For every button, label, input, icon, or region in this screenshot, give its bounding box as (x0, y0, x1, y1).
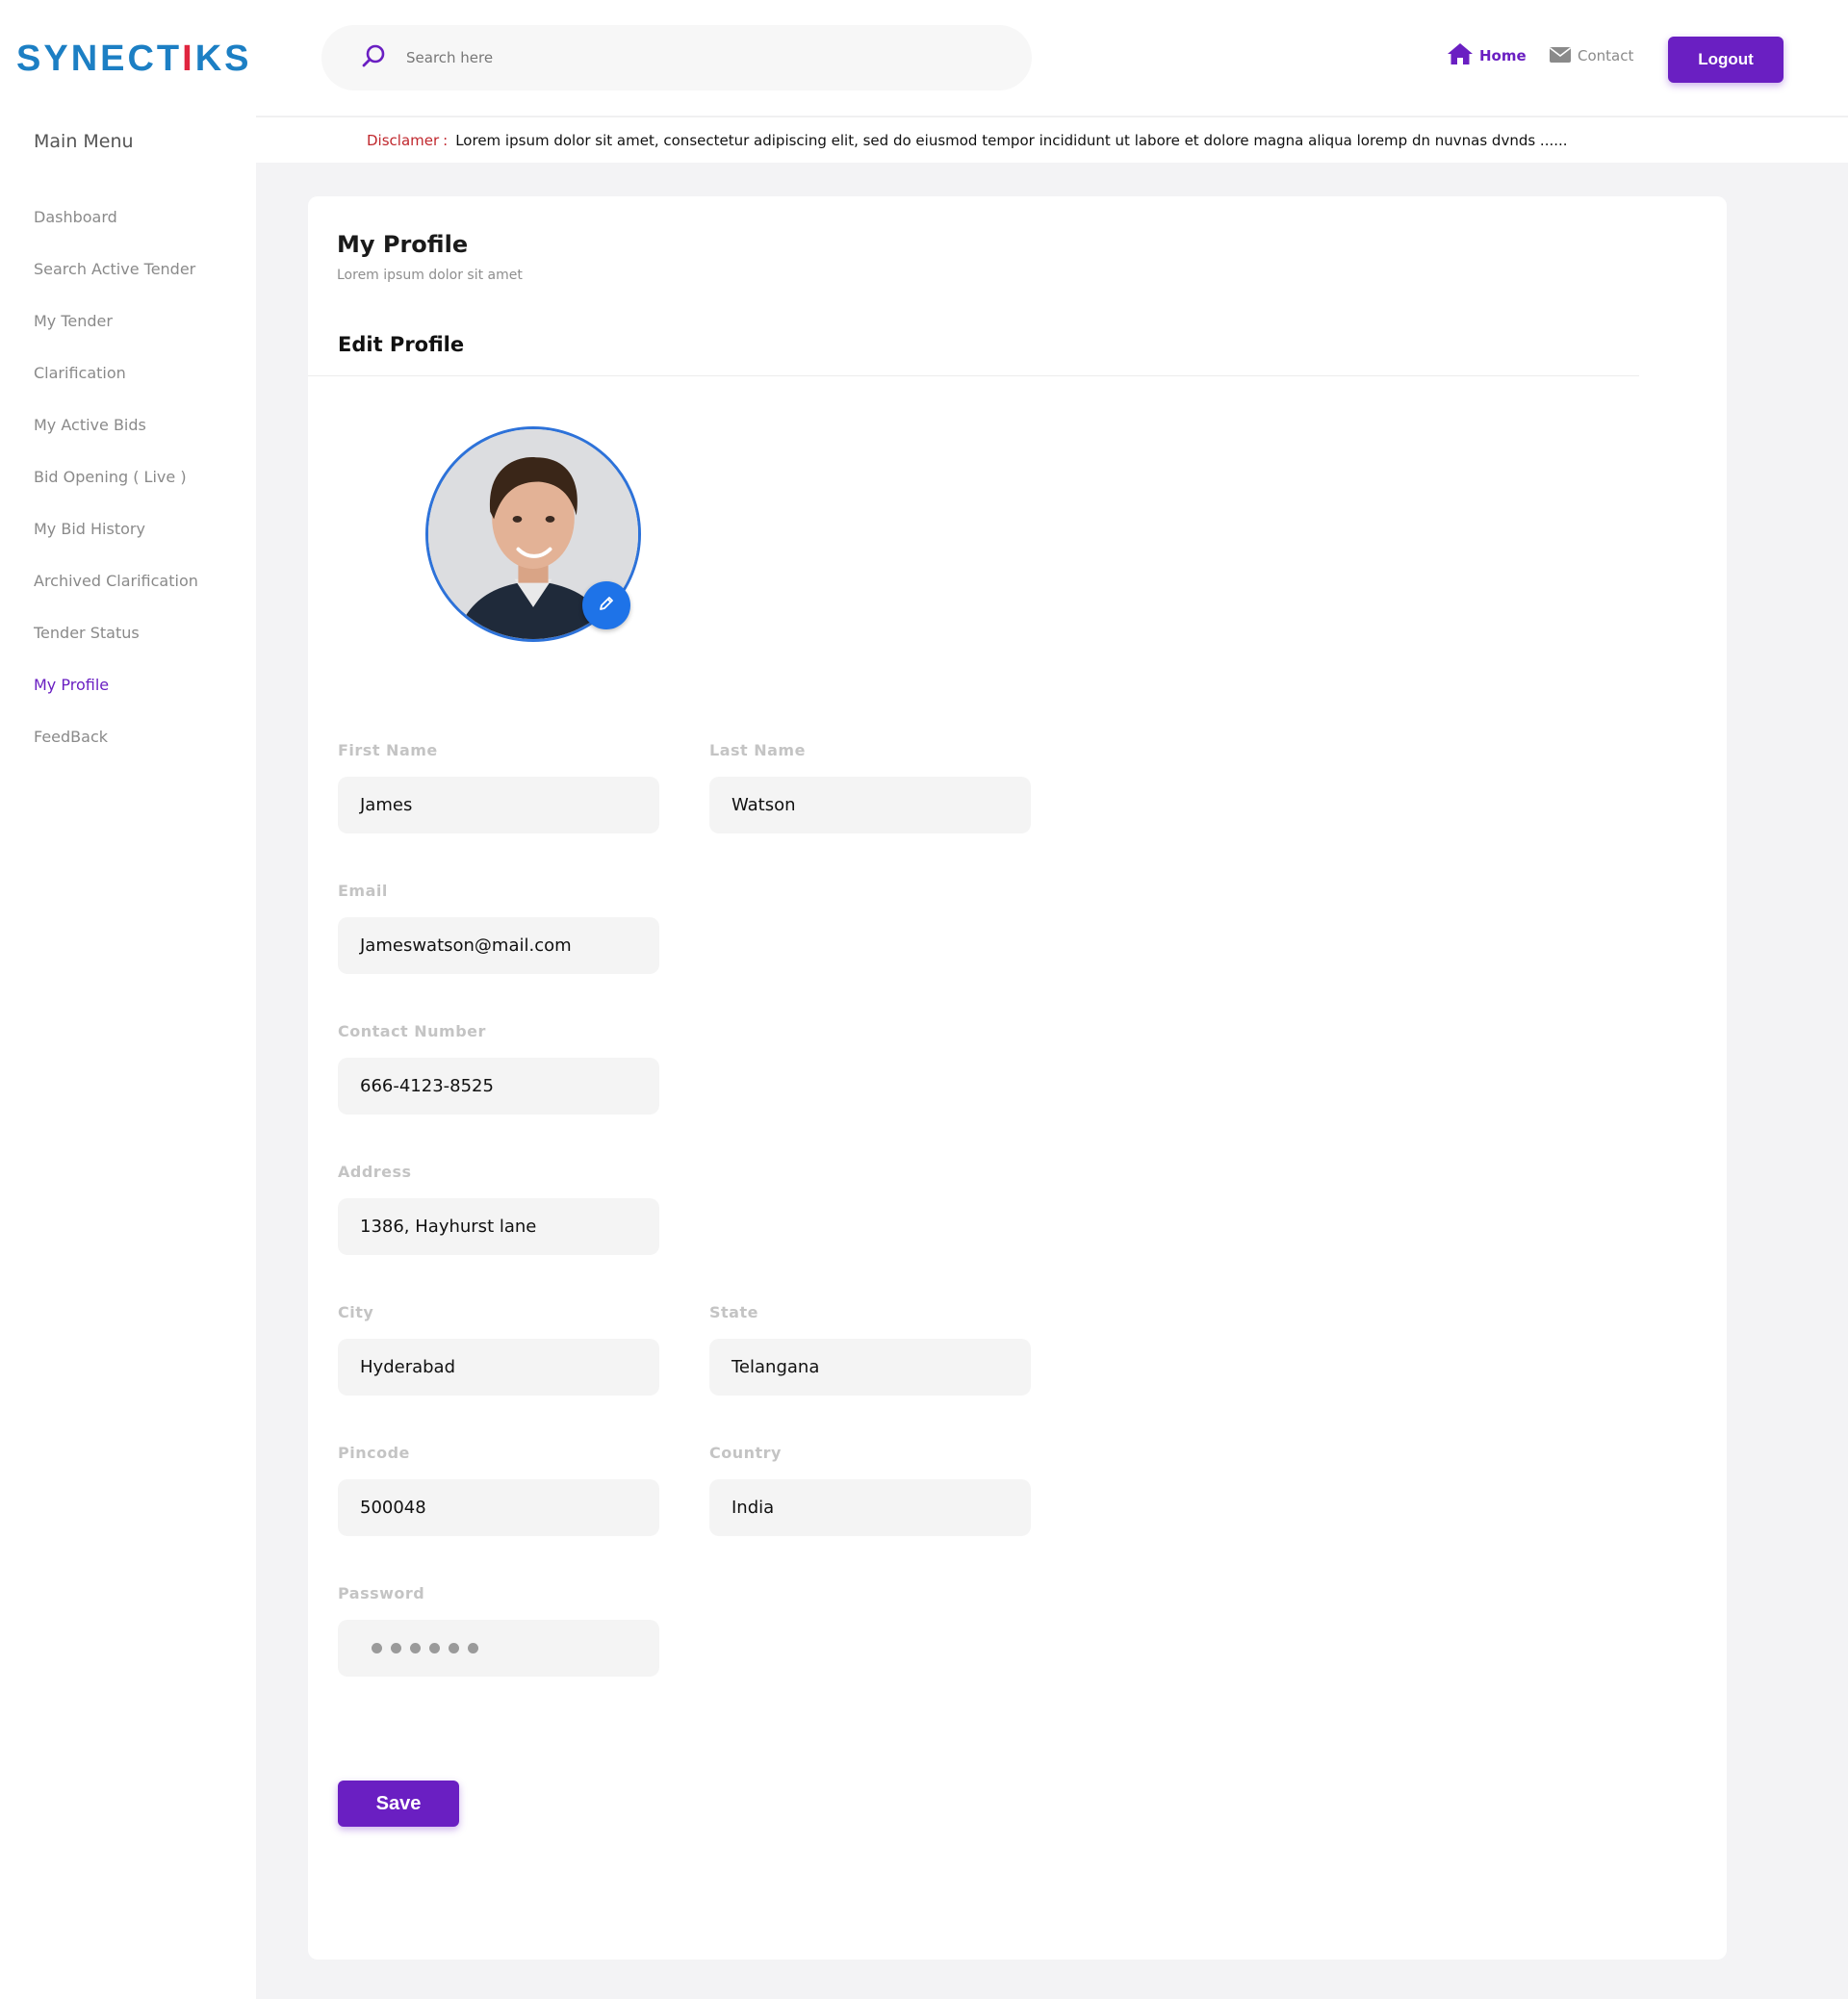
city-input[interactable]: Hyderabad (338, 1339, 659, 1396)
brand-logo[interactable]: SYNECTIKS (16, 38, 252, 80)
password-mask (360, 1643, 478, 1653)
city-label: City (338, 1303, 374, 1321)
state-input[interactable]: Telangana (709, 1339, 1031, 1396)
search-bar[interactable] (321, 25, 1032, 90)
password-dot (449, 1643, 459, 1653)
edit-avatar-button[interactable] (582, 581, 630, 629)
first-name-label: First Name (338, 741, 438, 759)
pincode-label: Pincode (338, 1444, 410, 1462)
password-input[interactable] (338, 1620, 659, 1677)
first-name-input[interactable]: James (338, 777, 659, 833)
pincode-field-group: Pincode 500048 (338, 1444, 659, 1536)
country-field-group: Country India (709, 1444, 1031, 1536)
page-title: My Profile (337, 231, 469, 258)
password-dot (372, 1643, 382, 1653)
state-label: State (709, 1303, 758, 1321)
sidebar-item-feedback[interactable]: FeedBack (34, 710, 198, 762)
home-icon (1447, 42, 1479, 69)
address-field-group: Address 1386, Hayhurst lane (338, 1163, 659, 1255)
section-divider (308, 375, 1639, 376)
logout-button[interactable]: Logout (1668, 37, 1784, 83)
password-dot (410, 1643, 421, 1653)
main-menu: Dashboard Search Active Tender My Tender… (34, 191, 198, 762)
email-input[interactable]: Jameswatson@mail.com (338, 917, 659, 974)
home-label: Home (1479, 47, 1527, 64)
profile-card: My Profile Lorem ipsum dolor sit amet Ed… (308, 196, 1727, 1960)
address-label: Address (338, 1163, 412, 1181)
password-dot (468, 1643, 478, 1653)
sidebar-item-tender-status[interactable]: Tender Status (34, 606, 198, 658)
disclaimer-bar: Disclamer : Lorem ipsum dolor sit amet, … (256, 116, 1848, 163)
contact-label: Contact (1578, 47, 1634, 64)
contact-number-field-group: Contact Number 666-4123-8525 (338, 1022, 659, 1115)
sidebar-item-dashboard[interactable]: Dashboard (34, 191, 198, 243)
email-field-group: Email Jameswatson@mail.com (338, 882, 659, 974)
password-dot (391, 1643, 401, 1653)
sidebar: SYNECTIKS Main Menu Dashboard Search Act… (0, 0, 256, 1999)
password-label: Password (338, 1584, 425, 1602)
sidebar-item-clarification[interactable]: Clarification (34, 346, 198, 398)
nav-home-link[interactable]: Home (1447, 42, 1527, 69)
country-input[interactable]: India (709, 1479, 1031, 1536)
search-input[interactable] (406, 49, 984, 66)
pencil-icon (598, 595, 615, 616)
country-label: Country (709, 1444, 782, 1462)
sidebar-item-my-active-bids[interactable]: My Active Bids (34, 398, 198, 450)
first-name-field-group: First Name James (338, 741, 659, 833)
sidebar-item-my-bid-history[interactable]: My Bid History (34, 502, 198, 554)
sidebar-item-my-tender[interactable]: My Tender (34, 295, 198, 346)
email-label: Email (338, 882, 388, 900)
last-name-field-group: Last Name Watson (709, 741, 1031, 833)
page-subtitle: Lorem ipsum dolor sit amet (337, 268, 523, 283)
address-input[interactable]: 1386, Hayhurst lane (338, 1198, 659, 1255)
sidebar-item-bid-opening-live[interactable]: Bid Opening ( Live ) (34, 450, 198, 502)
disclaimer-label: Disclamer (367, 131, 440, 149)
pincode-input[interactable]: 500048 (338, 1479, 659, 1536)
avatar-container (425, 426, 641, 642)
last-name-label: Last Name (709, 741, 806, 759)
section-title-edit-profile: Edit Profile (338, 333, 465, 356)
sidebar-item-search-active-tender[interactable]: Search Active Tender (34, 243, 198, 295)
last-name-input[interactable]: Watson (709, 777, 1031, 833)
password-dot (429, 1643, 440, 1653)
state-field-group: State Telangana (709, 1303, 1031, 1396)
nav-contact-link[interactable]: Contact (1549, 44, 1633, 67)
logo-text-a: SYNECT (16, 38, 183, 79)
disclaimer-text: Lorem ipsum dolor sit amet, consectetur … (455, 131, 1568, 149)
envelope-icon (1549, 44, 1578, 67)
sidebar-item-my-profile[interactable]: My Profile (34, 658, 198, 710)
sidebar-item-archived-clarification[interactable]: Archived Clarification (34, 554, 198, 606)
logo-text-b: KS (194, 38, 252, 79)
save-button[interactable]: Save (338, 1781, 459, 1827)
city-field-group: City Hyderabad (338, 1303, 659, 1396)
password-field-group: Password (338, 1584, 659, 1677)
logo-text-i: I (182, 38, 195, 79)
contact-number-input[interactable]: 666-4123-8525 (338, 1058, 659, 1115)
contact-number-label: Contact Number (338, 1022, 486, 1040)
disclaimer-separator: : (443, 131, 449, 149)
search-icon (360, 42, 387, 73)
main-menu-title: Main Menu (34, 131, 134, 152)
